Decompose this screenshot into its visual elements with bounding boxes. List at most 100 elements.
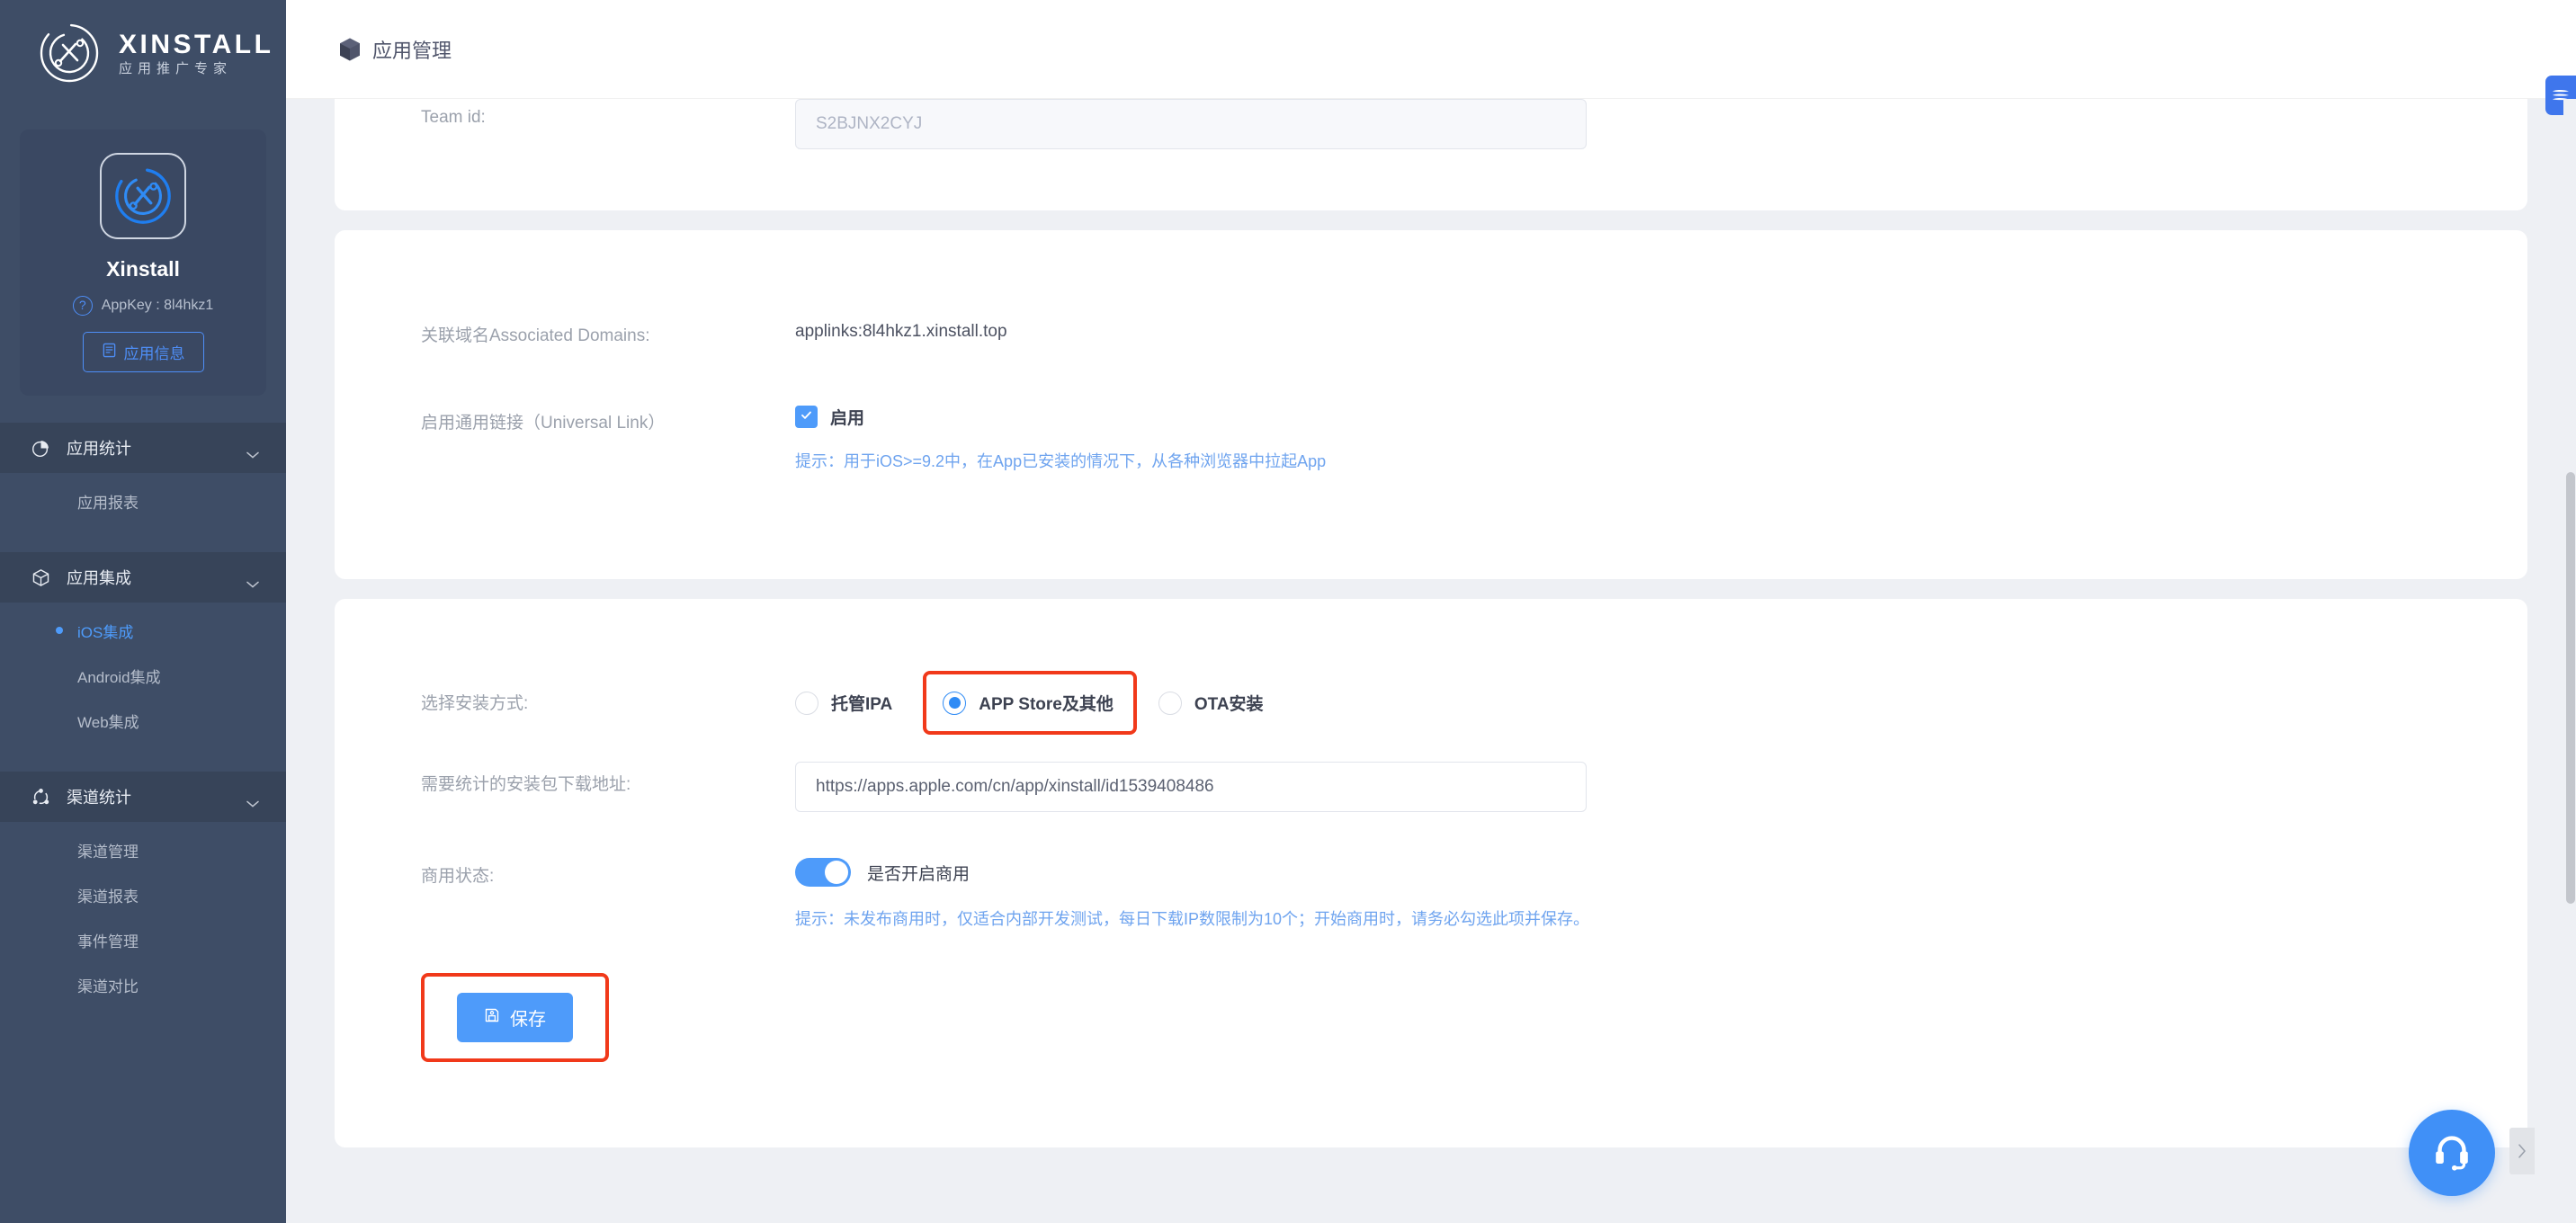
radio-circle-icon <box>1158 691 1182 715</box>
radio-circle-icon <box>795 691 818 715</box>
row-install-method: 选择安装方式: 托管IPA APP Store及其他 OTA安装 <box>335 599 2527 735</box>
chevron-down-icon <box>246 444 259 459</box>
cube-icon <box>31 567 50 587</box>
pie-chart-icon <box>31 438 50 458</box>
universal-link-checkbox-row[interactable]: 启用 <box>795 400 2527 429</box>
sidebar-item-label: 渠道对比 <box>77 978 139 995</box>
app-info-button-label: 应用信息 <box>123 345 185 362</box>
sidebar-group-label: 应用统计 <box>67 440 131 458</box>
row-download-url: 需要统计的安装包下载地址: <box>335 735 2527 812</box>
radio-label: OTA安装 <box>1194 695 1264 714</box>
sidebar-item-channel-report[interactable]: 渠道报表 <box>0 872 286 917</box>
sidebar-group-label: 应用集成 <box>67 569 131 587</box>
sidebar-item-app-report[interactable]: 应用报表 <box>0 478 286 523</box>
question-circle-icon[interactable]: ? <box>72 296 93 316</box>
brand-header: XINSTALL 应用推广专家 <box>0 0 286 106</box>
download-url-label: 需要统计的安装包下载地址: <box>421 775 631 794</box>
commercial-toggle-label: 是否开启商用 <box>867 864 970 884</box>
sidebar: XINSTALL 应用推广专家 Xinstall ? AppKey : 8l4h… <box>0 0 286 1223</box>
sidebar-item-label: 渠道管理 <box>77 843 139 861</box>
sidebar-group-label: 渠道统计 <box>67 789 131 807</box>
headset-icon <box>2429 1129 2474 1178</box>
sidebar-item-ios-integration[interactable]: iOS集成 <box>0 608 286 653</box>
card-install-settings: 选择安装方式: 托管IPA APP Store及其他 OTA安装 需要统计的安装… <box>335 599 2527 1147</box>
team-id-input[interactable] <box>795 99 1587 149</box>
share-nodes-icon <box>31 787 50 807</box>
row-commercial-status: 商用状态: 是否开启商用 提示：未发布商用时，仅适合内部开发测试，每日下载IP数… <box>335 812 2527 930</box>
brand-name: XINSTALL <box>119 29 274 59</box>
save-highlight-box: 保存 <box>421 973 609 1062</box>
xinstall-logo-icon <box>36 20 103 86</box>
sidebar-item-label: 事件管理 <box>77 933 139 951</box>
support-collapse-button[interactable] <box>2509 1128 2535 1174</box>
sidebar-sub-app-integration: iOS集成 Android集成 Web集成 <box>0 603 286 752</box>
app-avatar-icon <box>100 153 186 239</box>
install-method-radio-group: 托管IPA APP Store及其他 OTA安装 <box>795 669 2527 735</box>
universal-link-label: 启用通用链接（Universal Link） <box>421 414 666 433</box>
universal-link-checkbox[interactable] <box>795 406 818 428</box>
checkmark-icon <box>800 408 813 426</box>
universal-link-hint: 提示：用于iOS>=9.2中，在App已安装的情况下，从各种浏览器中拉起App <box>795 452 1327 470</box>
app-key-label: AppKey : 8l4hkz1 <box>101 298 214 313</box>
sidebar-divider <box>0 532 286 552</box>
sidebar-group-app-integration[interactable]: 应用集成 <box>0 552 286 603</box>
brand-subtitle: 应用推广专家 <box>119 60 233 76</box>
associated-domains-label: 关联域名Associated Domains: <box>421 326 650 345</box>
page-header: 应用管理 <box>286 0 2576 99</box>
document-icon <box>102 343 117 362</box>
sidebar-item-label: 渠道报表 <box>77 888 139 906</box>
page-scrollbar-track[interactable] <box>2563 99 2576 1223</box>
sidebar-sub-channel-stats: 渠道管理 渠道报表 事件管理 渠道对比 <box>0 822 286 1016</box>
download-url-input[interactable] <box>795 762 1587 812</box>
sidebar-item-channel-compare[interactable]: 渠道对比 <box>0 962 286 1007</box>
commercial-status-label: 商用状态: <box>421 867 495 886</box>
sidebar-item-channel-manage[interactable]: 渠道管理 <box>0 827 286 872</box>
save-button-label: 保存 <box>510 1010 546 1030</box>
sidebar-item-label: Android集成 <box>77 668 161 686</box>
app-info-button[interactable]: 应用信息 <box>82 332 204 372</box>
support-button[interactable] <box>2409 1110 2495 1196</box>
sidebar-item-label: iOS集成 <box>77 623 134 641</box>
app-name: Xinstall <box>106 257 180 281</box>
install-method-label: 选择安装方式: <box>421 694 529 713</box>
sidebar-item-web-integration[interactable]: Web集成 <box>0 698 286 743</box>
sidebar-item-event-manage[interactable]: 事件管理 <box>0 917 286 962</box>
radio-option-ota[interactable]: OTA安装 <box>1158 685 1264 720</box>
install-method-highlight-box: APP Store及其他 <box>923 671 1137 735</box>
card-universal-link: 关联域名Associated Domains: applinks:8l4hkz1… <box>335 230 2527 579</box>
commercial-status-hint: 提示：未发布商用时，仅适合内部开发测试，每日下载IP数限制为10个；开始商用时，… <box>795 910 1590 928</box>
radio-label: APP Store及其他 <box>979 695 1114 714</box>
sidebar-nav: 应用统计 应用报表 应用集成 iOS集成 Android集成 Web集成 渠道统… <box>0 423 286 1016</box>
chevron-down-icon <box>246 574 259 588</box>
page-scrollbar-thumb[interactable] <box>2566 472 2575 904</box>
sidebar-item-label: 应用报表 <box>77 494 139 512</box>
row-team-id: Team id: <box>335 99 2527 149</box>
associated-domains-value: applinks:8l4hkz1.xinstall.top <box>795 322 1007 341</box>
card-team-id: Team id: <box>335 99 2527 210</box>
content-scroll-region: Team id: 关联域名Associated Domains: applink… <box>286 99 2576 1223</box>
sidebar-group-channel-stats[interactable]: 渠道统计 <box>0 772 286 822</box>
app-key-row: ? AppKey : 8l4hkz1 <box>72 296 214 316</box>
team-id-label: Team id: <box>421 108 486 127</box>
sidebar-divider <box>0 752 286 772</box>
sidebar-item-label: Web集成 <box>77 713 139 731</box>
sidebar-item-android-integration[interactable]: Android集成 <box>0 653 286 698</box>
sidebar-group-app-stats[interactable]: 应用统计 <box>0 423 286 473</box>
sidebar-sub-app-stats: 应用报表 <box>0 473 286 532</box>
app-summary-card: Xinstall ? AppKey : 8l4hkz1 应用信息 <box>20 129 266 396</box>
app-root: XINSTALL 应用推广专家 Xinstall ? AppKey : 8l4h… <box>0 0 2576 1223</box>
chevron-down-icon <box>246 793 259 808</box>
main-area: 应用管理 Team id: 关联域名Associated Domains: ap… <box>286 0 2576 1223</box>
row-universal-link: 启用通用链接（Universal Link） 启用 提示：用于iOS>=9.2中… <box>335 346 2527 472</box>
universal-link-checkbox-label: 启用 <box>830 409 865 428</box>
commercial-status-toggle[interactable] <box>795 858 851 887</box>
page-title: 应用管理 <box>372 39 452 62</box>
commercial-toggle-row: 是否开启商用 <box>795 853 2527 887</box>
save-floppy-icon <box>484 1007 500 1029</box>
radio-option-hosted-ipa[interactable]: 托管IPA <box>795 685 892 720</box>
radio-option-app-store[interactable]: APP Store及其他 <box>943 685 1114 720</box>
radio-label: 托管IPA <box>831 695 893 714</box>
row-associated-domains: 关联域名Associated Domains: applinks:8l4hkz1… <box>335 230 2527 346</box>
save-button[interactable]: 保存 <box>457 993 573 1042</box>
radio-circle-selected-icon <box>943 691 967 715</box>
